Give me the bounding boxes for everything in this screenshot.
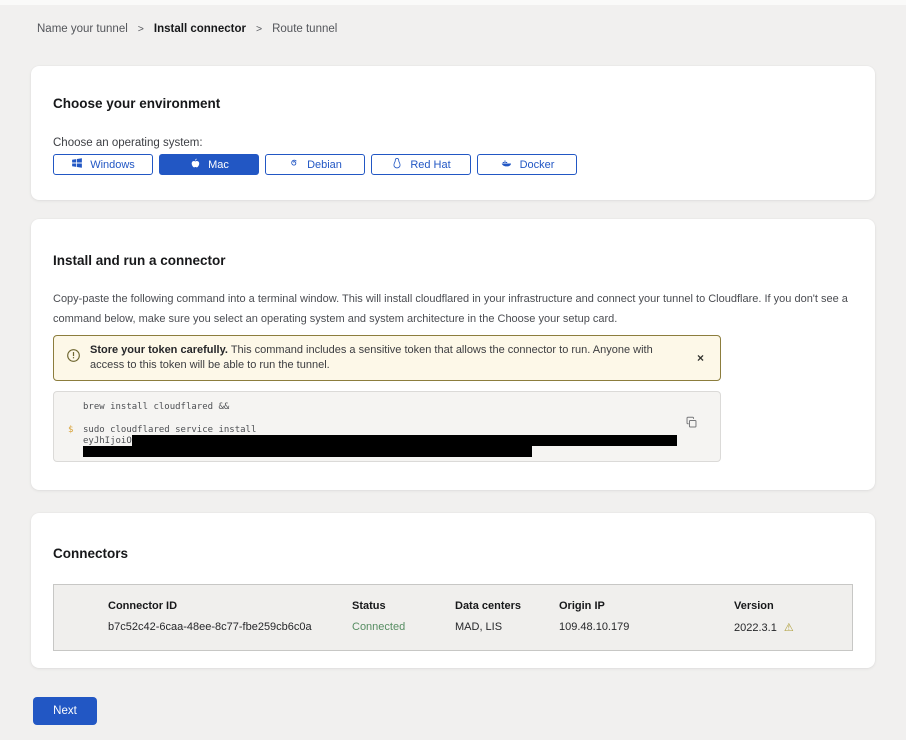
breadcrumb-separator: >	[256, 23, 262, 35]
version-value: 2022.3.1 ⚠	[734, 621, 852, 634]
shell-prompt: $	[68, 425, 83, 435]
terminal-line-4	[68, 446, 706, 457]
column-header-data-centers: Data centers	[455, 600, 559, 612]
version-number: 2022.3.1	[734, 622, 777, 634]
windows-icon	[71, 157, 83, 172]
copy-icon[interactable]	[685, 416, 698, 432]
token-prefix-text: eyJhIjoiO	[83, 436, 132, 446]
os-button-windows[interactable]: Windows	[53, 154, 153, 175]
apple-icon	[189, 157, 201, 172]
token-warning-text: Store your token carefully. This command…	[90, 343, 684, 373]
breadcrumb: Name your tunnel > Install connector > R…	[37, 23, 337, 35]
column-header-connector-id: Connector ID	[108, 600, 352, 612]
next-button[interactable]: Next	[33, 697, 97, 725]
os-button-label: Docker	[520, 159, 555, 171]
data-centers-value: MAD, LIS	[455, 621, 559, 634]
docker-icon	[500, 157, 513, 172]
install-card-title: Install and run a connector	[53, 219, 853, 268]
environment-card-title: Choose your environment	[53, 66, 853, 111]
debian-icon	[288, 157, 300, 172]
column-header-origin-ip: Origin IP	[559, 600, 734, 612]
connector-id-value: b7c52c42-6caa-48ee-8c77-fbe259cb6c0a	[108, 621, 352, 634]
token-warning-lead: Store your token carefully.	[90, 344, 228, 356]
breadcrumb-step-install-connector[interactable]: Install connector	[154, 23, 246, 35]
os-select-label: Choose an operating system:	[53, 137, 853, 149]
os-button-redhat[interactable]: Red Hat	[371, 154, 471, 175]
install-connector-card: Install and run a connector Copy-paste t…	[31, 219, 875, 490]
install-instructions: Copy-paste the following command into a …	[53, 289, 849, 329]
warning-triangle-icon: ⚠	[784, 622, 794, 634]
status-badge: Connected	[352, 621, 455, 634]
breadcrumb-separator: >	[138, 23, 144, 35]
breadcrumb-step-name-tunnel[interactable]: Name your tunnel	[37, 23, 128, 35]
connectors-card-title: Connectors	[53, 513, 853, 561]
terminal-line-3: eyJhIjoiO	[68, 435, 706, 446]
token-redaction-bar	[132, 435, 677, 446]
os-button-mac[interactable]: Mac	[159, 154, 259, 175]
terminal-line-1: brew install cloudflared &&	[68, 401, 706, 412]
os-button-label: Windows	[90, 159, 135, 171]
redhat-icon	[391, 157, 403, 172]
column-header-status: Status	[352, 600, 455, 612]
connectors-table: Connector ID Status Data centers Origin …	[53, 584, 853, 651]
os-button-docker[interactable]: Docker	[477, 154, 577, 175]
alert-circle-icon	[66, 348, 81, 368]
os-button-label: Debian	[307, 159, 342, 171]
connectors-card: Connectors Connector ID Status Data cent…	[31, 513, 875, 668]
page-top-edge	[0, 0, 906, 5]
os-button-label: Red Hat	[410, 159, 450, 171]
os-button-debian[interactable]: Debian	[265, 154, 365, 175]
token-redaction-bar	[83, 446, 532, 457]
close-icon[interactable]: ×	[693, 349, 708, 367]
os-button-label: Mac	[208, 159, 229, 171]
column-header-version: Version	[734, 600, 852, 612]
token-warning-banner: Store your token carefully. This command…	[53, 335, 721, 381]
terminal-command-text: sudo cloudflared service install	[83, 425, 256, 435]
environment-card: Choose your environment Choose an operat…	[31, 66, 875, 200]
origin-ip-value: 109.48.10.179	[559, 621, 734, 634]
terminal-command-text: brew install cloudflared &&	[83, 402, 229, 412]
terminal-command-block: brew install cloudflared && $ sudo cloud…	[53, 391, 721, 462]
breadcrumb-step-route-tunnel[interactable]: Route tunnel	[272, 23, 337, 35]
os-button-group: Windows Mac Debian Red Hat Docker	[53, 154, 853, 175]
terminal-line-2: $ sudo cloudflared service install	[68, 424, 706, 435]
